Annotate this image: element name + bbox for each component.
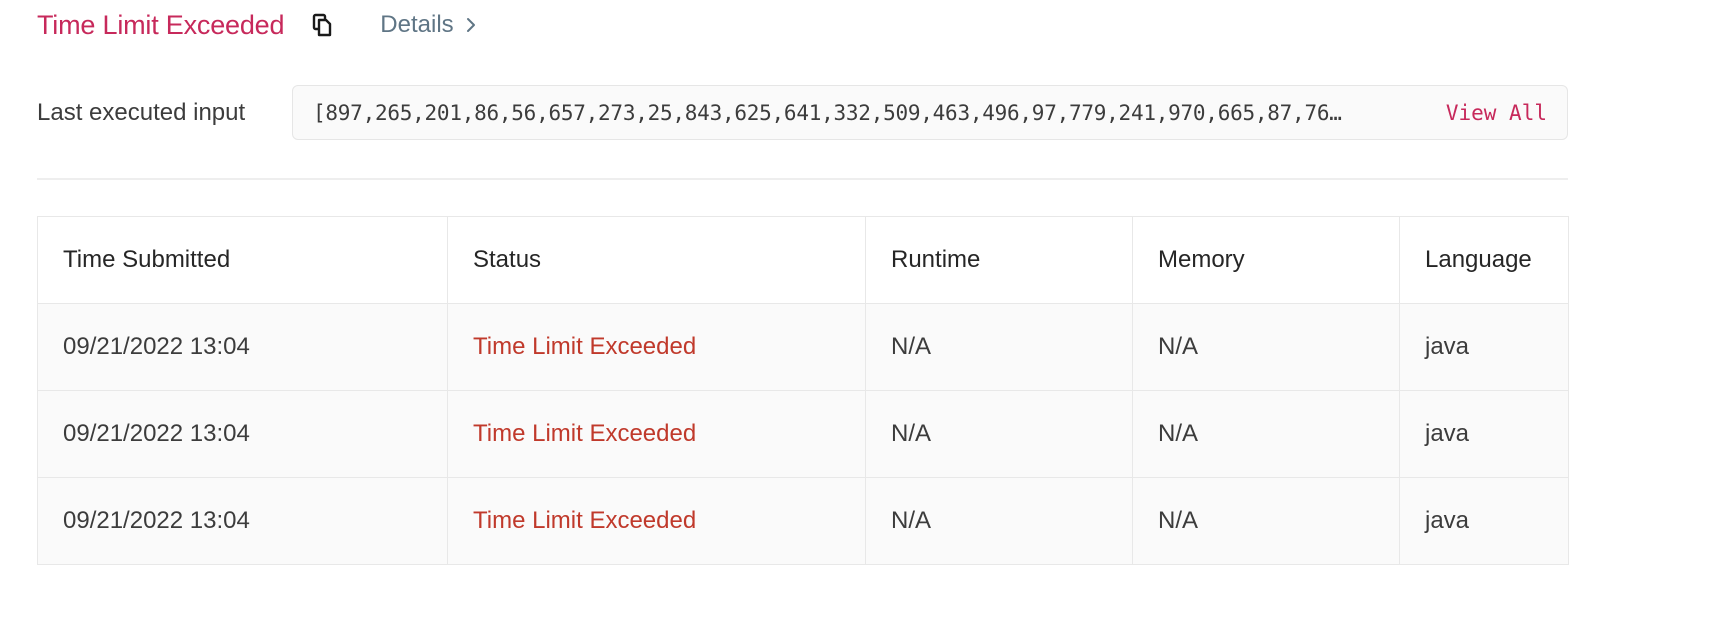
header-memory[interactable]: Memory: [1132, 216, 1400, 304]
cell-status-link[interactable]: Time Limit Exceeded: [447, 390, 866, 478]
details-link[interactable]: Details: [380, 11, 475, 39]
table-row[interactable]: 09/21/2022 13:04 Time Limit Exceeded N/A…: [37, 477, 1569, 565]
cell-time: 09/21/2022 13:04: [37, 477, 448, 565]
table-row[interactable]: 09/21/2022 13:04 Time Limit Exceeded N/A…: [37, 390, 1569, 478]
cell-time: 09/21/2022 13:04: [37, 303, 448, 391]
view-all-button[interactable]: View All: [1446, 101, 1547, 125]
copy-icon[interactable]: [310, 12, 336, 38]
cell-time: 09/21/2022 13:04: [37, 390, 448, 478]
last-executed-input-label: Last executed input: [37, 98, 246, 126]
cell-runtime: N/A: [865, 303, 1133, 391]
cell-status-link[interactable]: Time Limit Exceeded: [447, 477, 866, 565]
result-header: Time Limit Exceeded Details: [37, 0, 476, 50]
result-status-title: Time Limit Exceeded: [37, 9, 285, 40]
table-row[interactable]: 09/21/2022 13:04 Time Limit Exceeded N/A…: [37, 303, 1569, 391]
chevron-right-icon: [466, 17, 476, 33]
last-executed-input-box: [897,265,201,86,56,657,273,25,843,625,64…: [292, 85, 1568, 140]
cell-memory: N/A: [1132, 477, 1400, 565]
cell-language: java: [1399, 390, 1569, 478]
submissions-table: Time Submitted Status Runtime Memory Lan…: [37, 216, 1569, 565]
cell-runtime: N/A: [865, 390, 1133, 478]
table-header-row: Time Submitted Status Runtime Memory Lan…: [37, 216, 1569, 304]
cell-memory: N/A: [1132, 390, 1400, 478]
details-label: Details: [380, 11, 454, 38]
cell-language: java: [1399, 303, 1569, 391]
header-language[interactable]: Language: [1399, 216, 1569, 304]
last-executed-input-value: [897,265,201,86,56,657,273,25,843,625,64…: [313, 100, 1342, 125]
cell-memory: N/A: [1132, 303, 1400, 391]
cell-language: java: [1399, 477, 1569, 565]
cell-runtime: N/A: [865, 477, 1133, 565]
header-status[interactable]: Status: [447, 216, 866, 304]
last-executed-input-row: Last executed input [897,265,201,86,56,6…: [37, 84, 1568, 141]
header-time-submitted[interactable]: Time Submitted: [37, 216, 448, 304]
cell-status-link[interactable]: Time Limit Exceeded: [447, 303, 866, 391]
section-divider: [37, 178, 1568, 180]
header-runtime[interactable]: Runtime: [865, 216, 1133, 304]
